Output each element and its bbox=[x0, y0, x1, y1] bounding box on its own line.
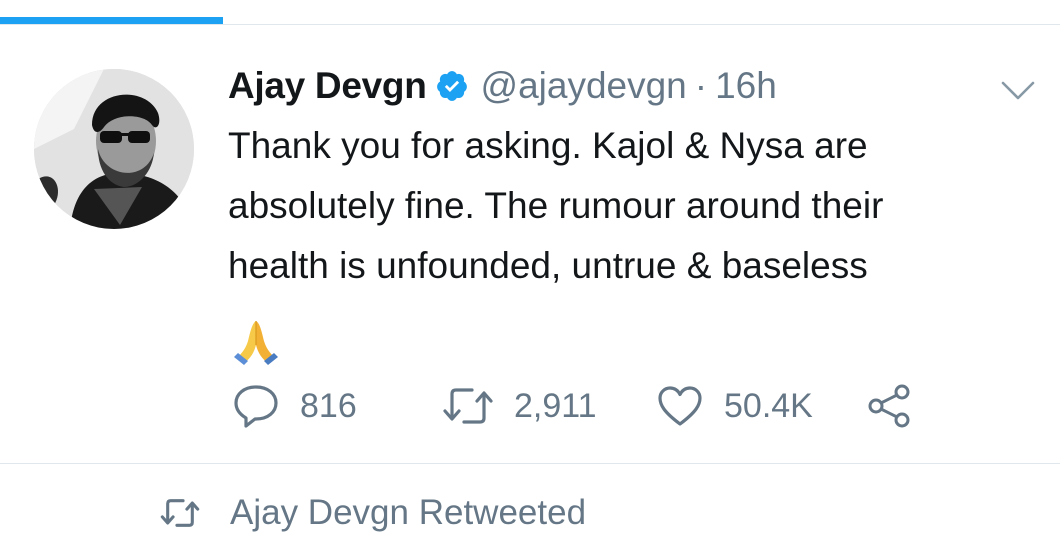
meta-separator: · bbox=[694, 65, 708, 106]
author-handle[interactable]: @ajaydevgn bbox=[481, 65, 687, 107]
like-action[interactable]: 50.4K bbox=[656, 378, 813, 434]
reply-icon[interactable] bbox=[232, 383, 280, 429]
retweet-count: 2,911 bbox=[514, 386, 597, 425]
reply-count: 816 bbox=[300, 386, 357, 425]
retweet-icon bbox=[160, 496, 200, 530]
retweet-context[interactable]: Ajay Devgn Retweeted bbox=[160, 488, 586, 538]
verified-badge-icon bbox=[435, 69, 469, 103]
heart-icon[interactable] bbox=[656, 384, 704, 428]
retweet-action[interactable]: 2,911 bbox=[442, 378, 597, 434]
tweet-timestamp[interactable]: 16h bbox=[715, 65, 777, 107]
retweet-context-label: Ajay Devgn Retweeted bbox=[230, 493, 587, 532]
tweet-text-line: absolutely fine. The rumour around their bbox=[228, 185, 884, 226]
avatar-image bbox=[34, 69, 194, 229]
tweet-card[interactable]: Ajay Devgn @ajaydevgn · 16h Thank you fo… bbox=[0, 25, 1060, 463]
display-name[interactable]: Ajay Devgn bbox=[228, 65, 427, 107]
chevron-down-icon[interactable] bbox=[1000, 75, 1036, 105]
like-count: 50.4K bbox=[724, 386, 813, 425]
tweet-header: Ajay Devgn @ajaydevgn · 16h bbox=[228, 59, 777, 113]
reply-action[interactable]: 816 bbox=[232, 378, 357, 434]
tweet-text-line: health is unfounded, untrue & baseless bbox=[228, 245, 868, 286]
folded-hands-icon bbox=[230, 315, 282, 367]
share-action[interactable] bbox=[866, 378, 914, 434]
section-divider bbox=[0, 463, 1060, 464]
avatar[interactable] bbox=[34, 69, 194, 229]
tweet-text: Thank you for asking. Kajol & Nysa are a… bbox=[228, 116, 1038, 296]
retweet-icon[interactable] bbox=[442, 384, 494, 428]
tweet-text-line: Thank you for asking. Kajol & Nysa are bbox=[228, 125, 868, 166]
share-icon[interactable] bbox=[866, 383, 914, 429]
tweet-actions: 816 2,911 50.4K bbox=[232, 378, 952, 434]
